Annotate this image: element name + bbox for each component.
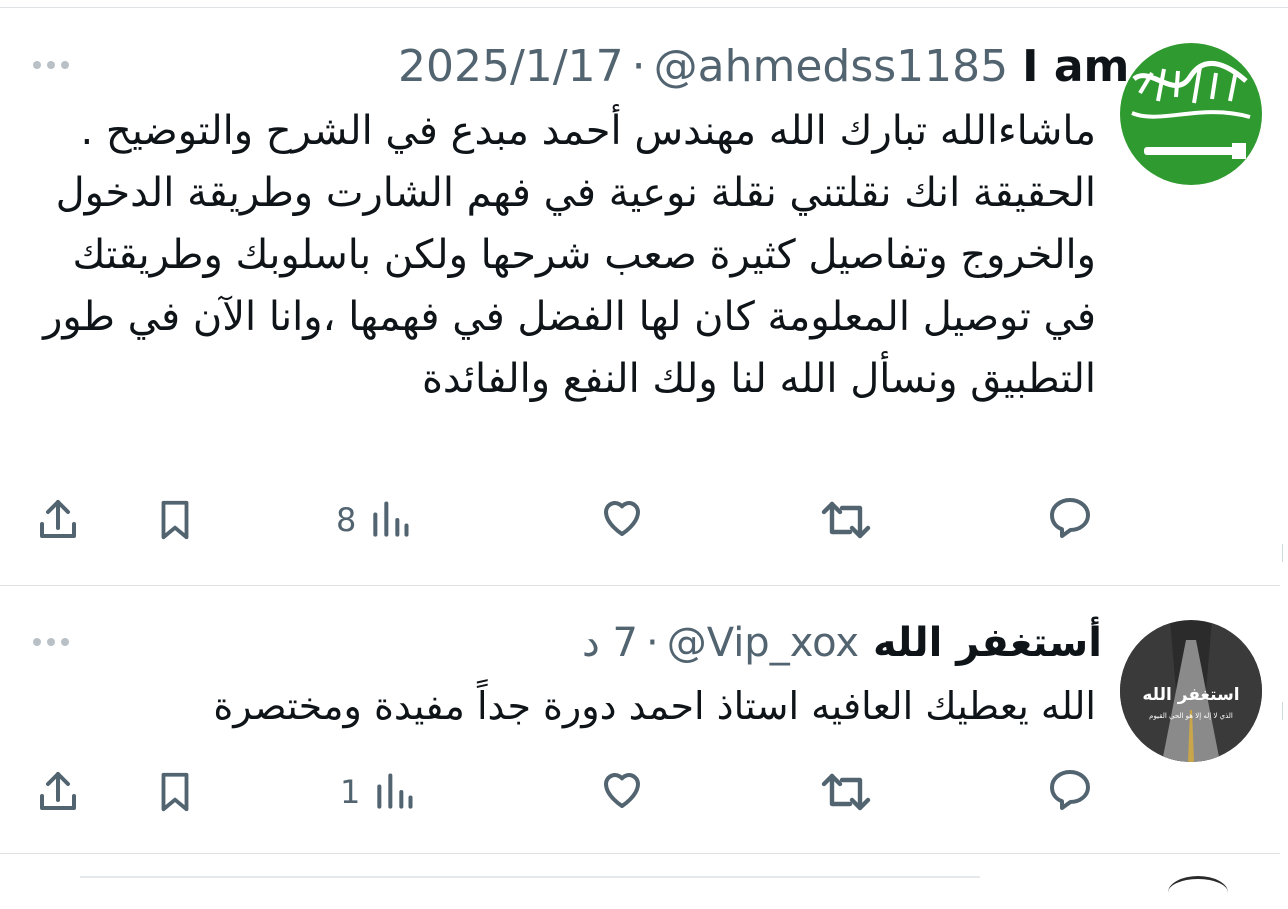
tweet-divider [0,853,1280,854]
bookmark-icon [161,500,189,540]
user-name[interactable]: أستغفر الله [873,620,1102,666]
retweet-icon [821,501,871,539]
retweet-button[interactable] [818,496,874,544]
share-icon [40,772,76,810]
like-button[interactable] [596,494,648,542]
tweet[interactable]: 2025/1/17 · @ahmedss1185 I am ماشاءالله … [0,0,1288,585]
user-handle[interactable]: @ahmedss1185 [654,41,1009,92]
retweet-button[interactable] [818,768,874,816]
views-button[interactable]: 8 [336,498,412,542]
user-name[interactable]: I am [1022,41,1129,92]
share-button[interactable] [34,768,82,816]
reply-icon [1050,498,1090,538]
like-icon [604,501,640,536]
bookmark-button[interactable] [152,496,198,544]
saudi-flag-avatar-image [1120,43,1262,185]
bookmark-icon [161,772,189,812]
more-icon[interactable] [33,61,69,69]
views-count: 1 [340,773,361,811]
share-button[interactable] [34,496,82,544]
avatar[interactable]: استغفر الله الذي لا إله إلا هو الحي القي… [1120,620,1262,762]
tweet-header: 2025/1/17 · @ahmedss1185 I am [398,41,1129,92]
user-handle[interactable]: @Vip_xox [667,620,859,666]
like-icon [604,773,640,808]
next-avatar-edge [1168,876,1228,909]
reply-icon [1050,770,1090,810]
avatar[interactable] [1120,43,1262,185]
share-icon [40,500,76,538]
avatar-subtitle: الذي لا إله إلا هو الحي القيوم [1149,712,1233,720]
tweet-time[interactable]: 7 د [582,620,638,666]
tweet[interactable]: استغفر الله الذي لا إله إلا هو الحي القي… [0,586,1288,853]
more-icon[interactable] [33,638,69,646]
views-icon [377,773,413,809]
like-button[interactable] [596,766,648,814]
next-tweet-preview [80,876,980,894]
views-count: 8 [336,501,357,539]
header-separator: · [645,620,659,666]
tweet-time[interactable]: 2025/1/17 [398,41,624,92]
retweet-icon [821,773,871,811]
header-separator: · [631,41,646,92]
tweet-text: ماشاءالله تبارك الله مهندس أحمد مبدع في … [43,108,1096,402]
reply-button[interactable] [1044,494,1096,542]
views-button[interactable]: 1 [340,770,416,814]
avatar-title: استغفر الله [1142,685,1239,705]
views-icon [373,501,409,537]
bookmark-button[interactable] [152,768,198,816]
astaghfirullah-avatar-image: استغفر الله الذي لا إله إلا هو الحي القي… [1120,620,1262,762]
tweet-text: الله يعطيك العافيه استاذ احمد دورة جداً … [213,684,1096,728]
reply-button[interactable] [1044,766,1096,814]
tweet-header: 7 د · @Vip_xox أستغفر الله [582,620,1102,666]
